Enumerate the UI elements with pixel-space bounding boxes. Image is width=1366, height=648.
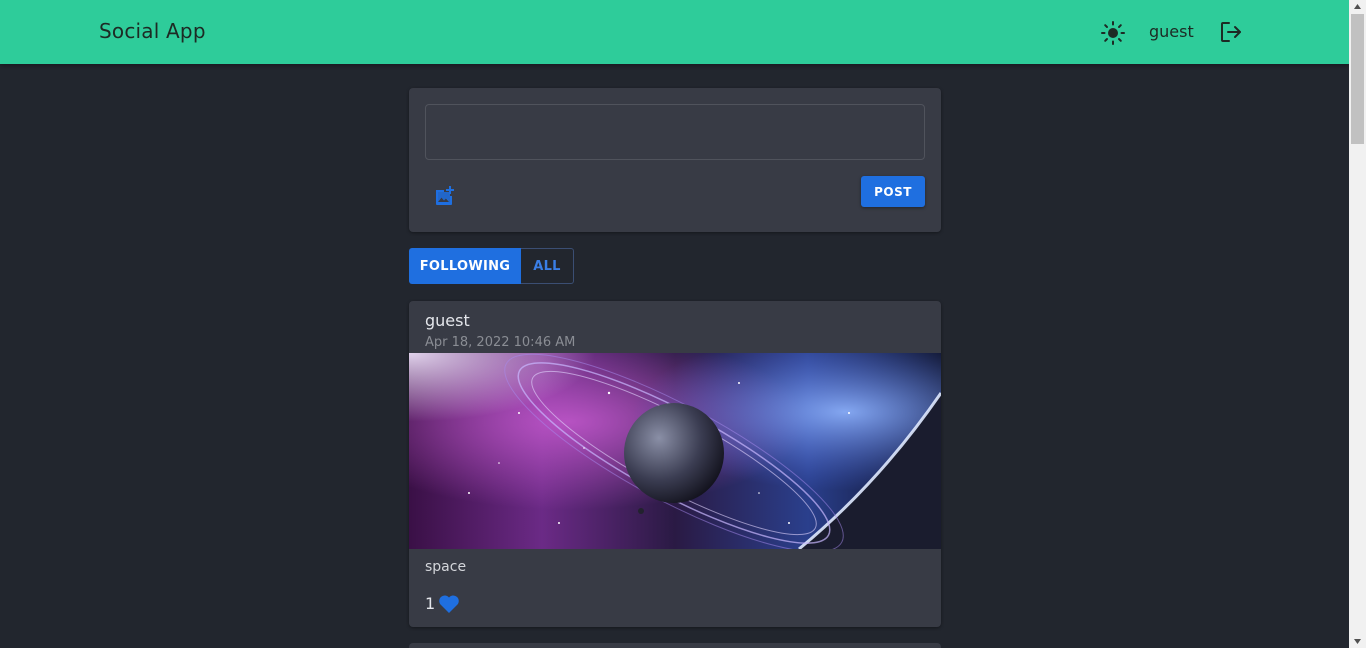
next-post-card — [409, 643, 941, 648]
post-timestamp: Apr 18, 2022 10:46 AM — [425, 335, 576, 350]
compose-card: POST — [409, 88, 941, 232]
post-author[interactable]: guest — [425, 311, 470, 330]
scroll-up-arrow-icon[interactable] — [1353, 2, 1362, 11]
like-row: 1 — [425, 592, 461, 614]
scroll-down-arrow-icon[interactable] — [1353, 637, 1362, 646]
scrollbar-thumb[interactable] — [1351, 14, 1364, 144]
nav-username[interactable]: guest — [1149, 22, 1194, 41]
add-photo-button[interactable] — [433, 184, 457, 208]
logout-icon — [1221, 22, 1241, 42]
add-photo-icon — [436, 186, 454, 205]
page-scrollbar[interactable] — [1349, 0, 1366, 648]
heart-icon — [439, 595, 459, 613]
tab-following[interactable]: FOLLOWING — [409, 248, 521, 284]
logout-button[interactable] — [1219, 20, 1243, 44]
post-button[interactable]: POST — [861, 176, 925, 207]
post-text-input[interactable] — [425, 104, 925, 160]
post-caption: space — [425, 559, 467, 575]
like-count: 1 — [425, 593, 436, 613]
sun-icon — [1101, 21, 1125, 45]
tab-all[interactable]: ALL — [521, 248, 574, 284]
post-image — [409, 353, 941, 549]
top-navbar: Social App guest — [0, 0, 1349, 64]
theme-toggle-button[interactable] — [1100, 20, 1126, 46]
like-button[interactable] — [437, 592, 461, 614]
app-brand[interactable]: Social App — [99, 19, 206, 43]
post-card: guest Apr 18, 2022 10:46 AM space 1 — [409, 301, 941, 627]
feed-filter-tabs: FOLLOWING ALL — [409, 248, 574, 284]
